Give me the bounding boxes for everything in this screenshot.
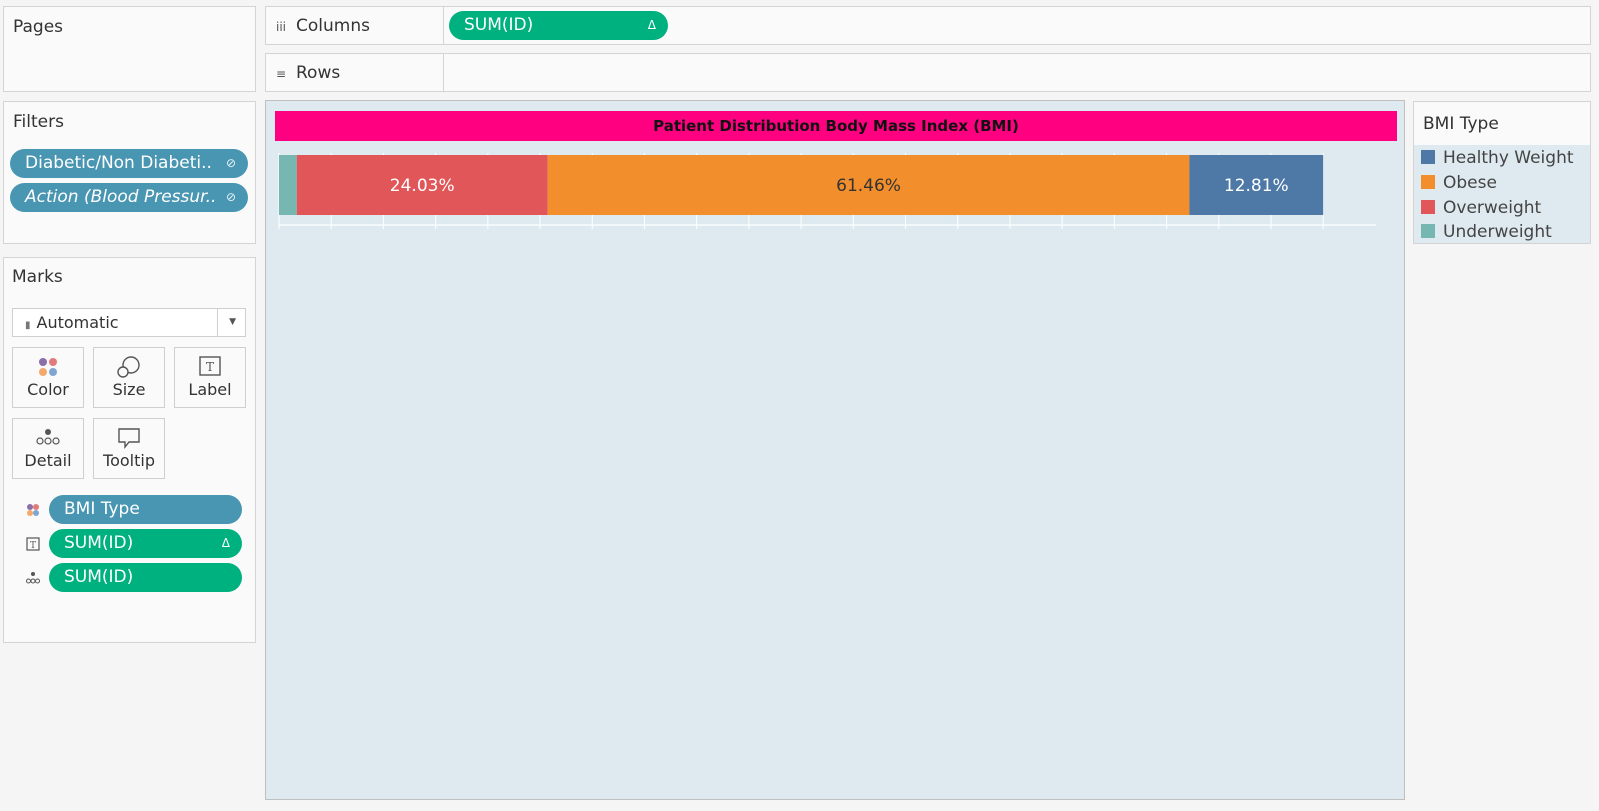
- bar-segment-underweight[interactable]: [279, 155, 297, 215]
- legend-title: BMI Type: [1423, 114, 1499, 134]
- data-label-healthy-weight: 12.81%: [1224, 176, 1289, 196]
- chevron-down-icon: ▼: [229, 317, 236, 327]
- detail-button-label: Detail: [24, 451, 72, 470]
- data-label-obese: 61.46%: [836, 176, 901, 196]
- rows-icon: ≡: [276, 67, 287, 81]
- table-calc-delta-icon: Δ: [221, 536, 230, 550]
- text-label-icon: T: [175, 348, 245, 380]
- filters-title: Filters: [13, 112, 64, 132]
- encoding-pill-label: SUM(ID): [64, 533, 134, 553]
- legend-swatch: [1421, 150, 1435, 164]
- label-button-label: Label: [188, 380, 232, 399]
- columns-pill-sum-id[interactable]: SUM(ID) Δ: [449, 11, 668, 40]
- encoding-pill-bmi-type[interactable]: BMI Type: [49, 495, 242, 524]
- legend-item-label: Overweight: [1443, 198, 1542, 218]
- rows-label: ≡ Rows: [266, 54, 444, 91]
- legend-item-healthy-weight[interactable]: Healthy Weight: [1421, 147, 1574, 169]
- linked-filter-icon: ⊘: [225, 190, 236, 204]
- legend-body: Healthy Weight Obese Overweight Underwei…: [1414, 145, 1590, 243]
- size-button-label: Size: [112, 380, 146, 399]
- legend-swatch: [1421, 200, 1435, 214]
- tooltip-button[interactable]: Tooltip: [93, 418, 165, 479]
- label-encoding-icon: T: [26, 536, 40, 551]
- size-icon: [94, 348, 164, 380]
- detail-button[interactable]: Detail: [12, 418, 84, 479]
- label-button[interactable]: T Label: [174, 347, 246, 408]
- encoding-pill-label: BMI Type: [64, 499, 140, 519]
- columns-pill-label: SUM(ID): [464, 15, 534, 35]
- legend-item-label: Obese: [1443, 173, 1497, 193]
- columns-label-text: Columns: [296, 16, 370, 36]
- bar-mark-icon: ▮: [25, 320, 31, 331]
- svg-text:T: T: [206, 360, 214, 374]
- color-encoding-icon: [26, 502, 40, 516]
- filter-pill-diabetic[interactable]: Diabetic/Non Diabeti.. ⊘: [10, 149, 248, 178]
- color-button[interactable]: Color: [12, 347, 84, 408]
- rows-shelf[interactable]: ≡ Rows: [265, 53, 1591, 92]
- pages-shelf[interactable]: Pages: [3, 6, 256, 92]
- detail-icon: [13, 419, 83, 451]
- legend-swatch: [1421, 175, 1435, 189]
- chart-view[interactable]: Patient Distribution Body Mass Index (BM…: [265, 100, 1405, 800]
- data-label-overweight: 24.03%: [390, 176, 455, 196]
- columns-icon: iii: [276, 20, 287, 34]
- dropdown-separator: [217, 309, 218, 336]
- svg-text:T: T: [30, 541, 36, 551]
- legend-item-underweight[interactable]: Underweight: [1421, 221, 1552, 243]
- encoding-pill-sum-id-label[interactable]: SUM(ID) Δ: [49, 529, 242, 558]
- encoding-pill-sum-id-detail[interactable]: SUM(ID): [49, 563, 242, 592]
- filters-shelf[interactable]: Filters Diabetic/Non Diabeti.. ⊘ Action …: [3, 101, 256, 244]
- legend-item-label: Underweight: [1443, 222, 1552, 242]
- filter-pill-action[interactable]: Action (Blood Pressur.. ⊘: [10, 183, 248, 212]
- columns-label: iii Columns: [266, 7, 444, 44]
- color-legend[interactable]: BMI Type Healthy Weight Obese Overweight…: [1413, 101, 1591, 244]
- columns-shelf[interactable]: iii Columns SUM(ID) Δ: [265, 6, 1591, 45]
- rows-label-text: Rows: [296, 63, 341, 83]
- legend-item-overweight[interactable]: Overweight: [1421, 197, 1541, 219]
- detail-encoding-icon: [26, 570, 40, 584]
- tooltip-button-label: Tooltip: [103, 451, 155, 470]
- filter-pill-label: Diabetic/Non Diabeti..: [25, 153, 212, 173]
- legend-item-label: Healthy Weight: [1443, 148, 1574, 168]
- legend-item-obese[interactable]: Obese: [1421, 172, 1497, 194]
- color-button-label: Color: [27, 380, 69, 399]
- size-button[interactable]: Size: [93, 347, 165, 408]
- marks-title: Marks: [12, 267, 63, 287]
- color-icon: [13, 348, 83, 380]
- tooltip-icon: [94, 419, 164, 451]
- bar-chart: 24.03% 61.46% 12.81%: [278, 153, 1376, 229]
- table-calc-delta-icon: Δ: [647, 18, 656, 32]
- pages-title: Pages: [13, 17, 64, 37]
- filter-pill-label: Action (Blood Pressur..: [25, 187, 217, 207]
- mark-type-dropdown[interactable]: ▮ Automatic ▼: [12, 308, 246, 337]
- linked-filter-icon: ⊘: [225, 156, 236, 170]
- legend-swatch: [1421, 224, 1435, 238]
- mark-type-value: Automatic: [36, 313, 119, 332]
- encoding-pill-label: SUM(ID): [64, 567, 134, 587]
